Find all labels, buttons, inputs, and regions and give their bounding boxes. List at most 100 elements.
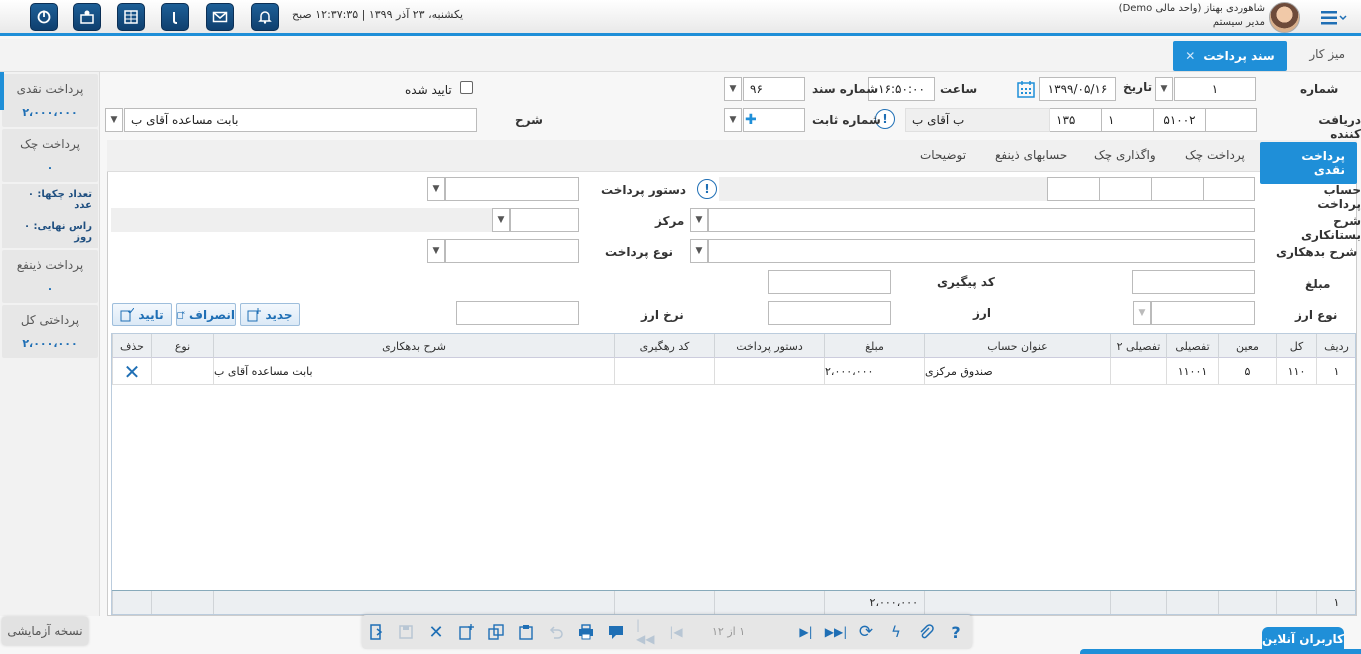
cancel-button-label: انصراف — [189, 307, 235, 322]
payment-type-dropdown[interactable]: ▼ — [427, 239, 445, 263]
paste-icon[interactable] — [516, 622, 536, 642]
attachment-icon[interactable] — [916, 622, 936, 642]
approved-checkbox[interactable] — [460, 81, 473, 94]
tab-beneficiary-accounts[interactable]: حسابهای ذینفع — [995, 148, 1067, 162]
tab-cash-payment[interactable]: پرداخت نقدی — [1260, 142, 1357, 184]
col-kol[interactable]: کل — [1276, 334, 1316, 358]
user-info: شاهوردی بهناز (واحد مالی Demo) مدیر سیست… — [1119, 2, 1265, 30]
dashboard-icon[interactable] — [117, 3, 145, 31]
hamburger-menu-icon[interactable] — [1321, 10, 1347, 26]
delete-icon[interactable]: ✕ — [112, 358, 151, 385]
footer-cell — [1110, 591, 1166, 614]
account-field-3[interactable] — [1099, 177, 1152, 201]
number-field[interactable]: ۱ — [1174, 77, 1256, 101]
cancel-button[interactable]: انصراف — [176, 303, 236, 326]
tab-notes[interactable]: توضیحات — [920, 148, 966, 162]
col-account-title[interactable]: عنوان حساب — [924, 334, 1110, 358]
calendar-icon[interactable] — [1016, 79, 1036, 99]
credit-description-dropdown[interactable]: ▼ — [690, 208, 708, 232]
receiver-label: دریافت کننده — [1318, 113, 1361, 141]
beneficiary-value: ۰ — [46, 282, 54, 295]
number-dropdown[interactable]: ▼ — [1155, 77, 1173, 101]
new-button[interactable]: جدید — [240, 303, 300, 326]
last-record-icon[interactable]: ▶▶| — [825, 622, 848, 642]
receiver-field-empty[interactable] — [1205, 108, 1257, 132]
bell-icon[interactable] — [251, 3, 279, 31]
currency-type-dropdown[interactable]: ▼ — [1133, 301, 1151, 325]
col-delete[interactable]: حذف — [112, 334, 151, 358]
message-icon[interactable] — [606, 622, 626, 642]
check-payment-summary[interactable]: پرداخت چک ۰ — [2, 129, 98, 182]
col-tracking[interactable]: کد رهگیری — [614, 334, 714, 358]
col-row[interactable]: ردیف — [1316, 334, 1356, 358]
undo-icon[interactable] — [546, 622, 566, 642]
description-dropdown[interactable]: ▼ — [105, 108, 123, 132]
table-row[interactable]: ۱ ۱۱۰ ۵ ۱۱۰۰۱ صندوق مرکزی ۲،۰۰۰،۰۰۰ بابت… — [112, 358, 1355, 385]
cash-payment-summary[interactable]: پرداخت نقدی ۲،۰۰۰،۰۰۰ — [2, 74, 98, 127]
description-field[interactable]: بابت مساعده آقای ب — [124, 108, 477, 132]
payment-order-dropdown[interactable]: ▼ — [427, 177, 445, 201]
next-record-icon[interactable]: ▶| — [796, 622, 816, 642]
avatar[interactable] — [1269, 2, 1300, 33]
fixed-number-dropdown[interactable]: ▼ — [724, 108, 742, 132]
grid-header: ردیف کل معین تفصیلی تفصیلی ۲ عنوان حساب … — [112, 334, 1355, 358]
info-icon[interactable] — [161, 3, 189, 31]
account-info-icon[interactable]: ! — [697, 179, 717, 199]
col-debit-desc[interactable]: شرح بدهکاری — [213, 334, 614, 358]
beneficiary-payment-summary[interactable]: پرداخت ذینفع ۰ — [2, 250, 98, 303]
center-field[interactable] — [510, 208, 579, 232]
first-record-icon[interactable]: |◀◀ — [636, 618, 656, 646]
date-field[interactable]: ۱۳۹۹/۰۵/۱۶ — [1039, 77, 1116, 101]
tab-payment-document[interactable]: ✕ سند پرداخت — [1173, 41, 1287, 71]
online-users-tab[interactable]: کاربران آنلاین — [1262, 627, 1344, 651]
exit-icon[interactable] — [366, 622, 386, 642]
amount-label: مبلغ — [1305, 277, 1331, 291]
refresh-icon[interactable]: ⟳ — [856, 622, 876, 642]
plus-icon[interactable]: ✚ — [745, 113, 757, 127]
close-icon[interactable]: ✕ — [1185, 49, 1195, 63]
tracking-code-field[interactable] — [768, 270, 891, 294]
mail-icon[interactable] — [206, 3, 234, 31]
total-payment-summary[interactable]: پرداختی کل ۲،۰۰۰،۰۰۰ — [2, 305, 98, 358]
tab-check-assignment[interactable]: واگذاری چک — [1094, 148, 1156, 162]
save-icon[interactable] — [396, 622, 416, 642]
account-field-2[interactable] — [1151, 177, 1204, 201]
debit-description-dropdown[interactable]: ▼ — [690, 239, 708, 263]
receiver-code-1[interactable]: ۵۱۰۰۲ — [1153, 108, 1206, 132]
tab-check-payment[interactable]: پرداخت چک — [1185, 148, 1245, 162]
new-record-icon[interactable] — [456, 622, 476, 642]
payment-order-field[interactable] — [445, 177, 579, 201]
doc-number-field[interactable]: ۹۶ — [743, 77, 805, 101]
currency-field[interactable] — [768, 301, 891, 325]
lightning-icon[interactable]: ϟ — [886, 622, 906, 642]
amount-field[interactable] — [1132, 270, 1255, 294]
debit-description-field[interactable] — [708, 239, 1255, 263]
power-icon[interactable] — [30, 3, 58, 31]
help-icon[interactable]: ? — [946, 622, 966, 642]
col-tafsili[interactable]: تفصیلی — [1166, 334, 1218, 358]
receiver-code-3[interactable]: ۱۳۵ — [1049, 108, 1102, 132]
print-icon[interactable] — [576, 622, 596, 642]
confirm-button[interactable]: تایید — [112, 303, 172, 326]
receiver-code-2[interactable]: ۱ — [1101, 108, 1154, 132]
sidebar-selection-marker — [0, 72, 4, 110]
payment-type-field[interactable] — [445, 239, 579, 263]
delete-record-icon[interactable]: ✕ — [426, 622, 446, 643]
col-moein[interactable]: معین — [1218, 334, 1276, 358]
prev-record-icon[interactable]: |◀ — [666, 622, 686, 642]
exchange-rate-field[interactable] — [456, 301, 579, 325]
col-payment-order[interactable]: دستور پرداخت — [714, 334, 824, 358]
copy-icon[interactable] — [486, 622, 506, 642]
col-tafsili2[interactable]: تفصیلی ۲ — [1110, 334, 1166, 358]
check-value: ۰ — [46, 161, 54, 174]
doc-number-dropdown[interactable]: ▼ — [724, 77, 742, 101]
col-amount[interactable]: مبلغ — [824, 334, 924, 358]
center-dropdown[interactable]: ▼ — [492, 208, 510, 232]
col-type[interactable]: نوع — [151, 334, 213, 358]
user-card-icon[interactable] — [73, 3, 101, 31]
account-field-1[interactable] — [1203, 177, 1255, 201]
credit-description-field[interactable] — [708, 208, 1255, 232]
tab-desk[interactable]: میز کار — [1309, 47, 1345, 61]
currency-type-field[interactable] — [1151, 301, 1255, 325]
account-field-4[interactable] — [1047, 177, 1100, 201]
